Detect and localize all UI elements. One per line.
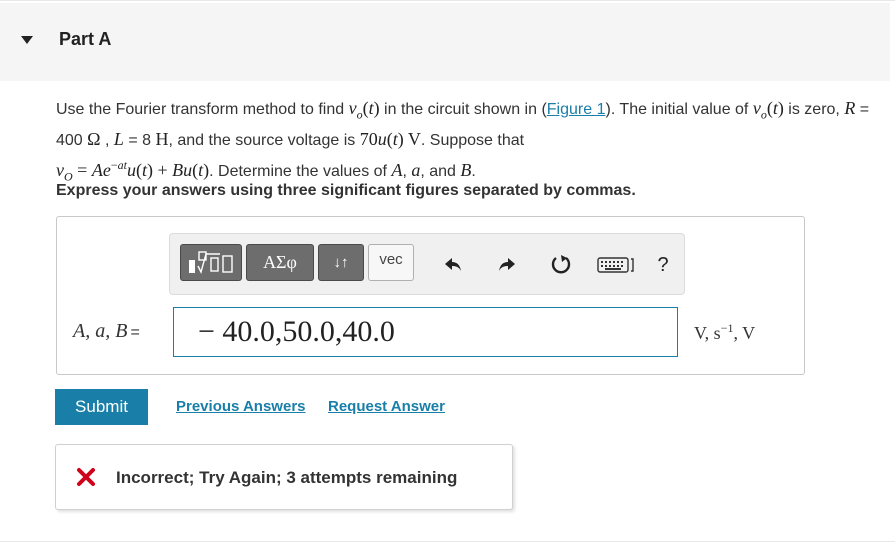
answer-units: V, s−1, V	[694, 321, 756, 343]
answer-label: A, a, B =	[73, 320, 140, 342]
request-answer-link[interactable]: Request Answer	[328, 398, 445, 415]
templates-icon	[189, 250, 233, 274]
arrows-button[interactable]: ↓↑	[318, 244, 364, 281]
part-header[interactable]: Part A	[0, 3, 890, 81]
instruction-text: Express your answers using three signifi…	[56, 182, 636, 199]
math-vo-t: vo(t)	[348, 98, 380, 122]
problem-statement: Use the Fourier transform method to find…	[56, 98, 870, 184]
math-vo-expression: vO = Ae−atu(t) + Bu(t)	[56, 157, 210, 184]
figure-link[interactable]: Figure 1	[547, 101, 606, 118]
answer-input[interactable]: − 40.0,50.0,40.0	[173, 307, 678, 357]
redo-icon[interactable]	[496, 254, 518, 276]
top-divider	[0, 0, 895, 1]
templates-button[interactable]	[180, 244, 242, 281]
feedback-box: Incorrect; Try Again; 3 attempts remaini…	[55, 444, 513, 510]
submit-button[interactable]: Submit	[55, 389, 148, 425]
math-source: 70u(t) V	[359, 128, 421, 149]
reset-icon[interactable]	[550, 254, 572, 276]
previous-answers-link[interactable]: Previous Answers	[176, 398, 306, 415]
keyboard-icon[interactable]	[597, 254, 635, 276]
collapse-triangle-icon[interactable]	[21, 36, 33, 44]
math-L: L	[113, 128, 124, 149]
vector-button[interactable]: vec	[368, 244, 414, 281]
feedback-message: Incorrect; Try Again; 3 attempts remaini…	[116, 468, 458, 487]
x-icon	[77, 468, 95, 486]
math-toolbar: ΑΣφ ↓↑ vec ?	[169, 233, 685, 295]
help-icon[interactable]: ?	[652, 254, 674, 276]
bottom-divider	[0, 541, 895, 542]
greek-symbols-button[interactable]: ΑΣφ	[246, 244, 314, 281]
part-title: Part A	[59, 29, 112, 49]
math-vo-t-2: vo(t)	[752, 98, 784, 122]
undo-icon[interactable]	[442, 254, 464, 276]
math-R: R	[844, 98, 856, 118]
answer-box: ΑΣφ ↓↑ vec ? A, a, B = − 40.0,50.0,40.0 …	[56, 216, 805, 375]
